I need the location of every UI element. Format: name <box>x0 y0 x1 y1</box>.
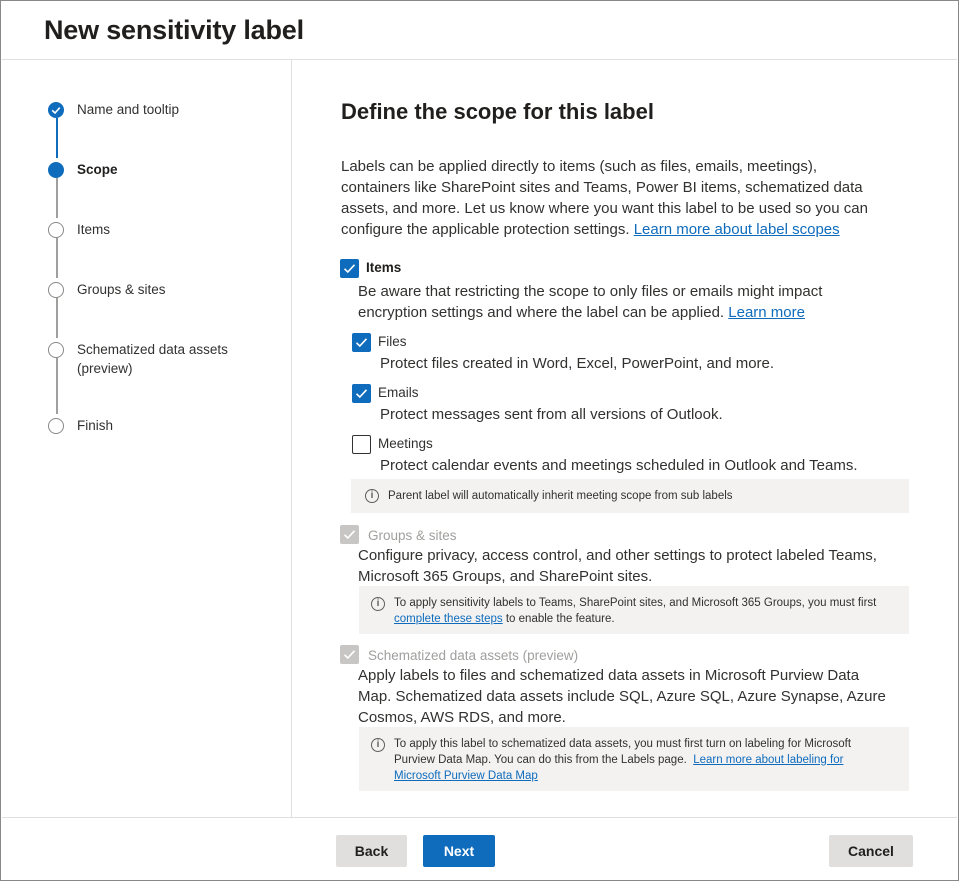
step-pending-icon <box>48 418 64 434</box>
info-line: To apply this label to schematized data … <box>394 738 852 750</box>
info-text: Parent label will automatically inherit … <box>388 490 733 502</box>
step-label: Groups & sites <box>77 282 166 297</box>
schematized-data-assets-checkbox-label: Schematized data assets (preview) <box>368 648 579 663</box>
learn-more-link[interactable]: Learn more <box>728 304 805 321</box>
emails-description: Protect messages sent from all versions … <box>380 406 723 423</box>
info-line: To apply sensitivity labels to Teams, Sh… <box>394 597 877 609</box>
info-icon: i <box>371 738 385 752</box>
items-description: Be aware that restricting the scope to o… <box>358 281 918 323</box>
info-icon: i <box>365 489 379 503</box>
step-connector <box>56 178 58 218</box>
step-label-line2: (preview) <box>77 361 133 376</box>
step-label: Scope <box>77 162 118 177</box>
step-label: Name and tooltip <box>77 102 180 117</box>
info-text: To apply sensitivity labels to Teams, Sh… <box>394 595 876 627</box>
intro-line-text: configure the applicable protection sett… <box>341 221 630 238</box>
step-label: Finish <box>77 418 114 433</box>
header-divider <box>2 59 957 60</box>
step-connector <box>56 118 58 158</box>
meetings-description: Protect calendar events and meetings sch… <box>380 457 858 474</box>
checkmark-icon <box>343 264 356 274</box>
items-desc-line: Be aware that restricting the scope to o… <box>358 283 823 300</box>
items-checkbox[interactable] <box>340 259 359 278</box>
emails-checkbox-label: Emails <box>378 385 419 400</box>
groups-sites-description: Configure privacy, access control, and o… <box>358 545 918 587</box>
info-line: Purview Data Map. You can do this from t… <box>394 752 851 768</box>
items-desc-line: encryption settings and where the label … <box>358 302 918 323</box>
checkmark-icon <box>355 338 368 348</box>
info-text: To apply this label to schematized data … <box>394 736 851 784</box>
groups-sites-checkbox-label: Groups & sites <box>368 528 457 543</box>
checkmark-icon <box>343 650 356 660</box>
checkmark-icon <box>343 530 356 540</box>
groups-desc-line: Microsoft 365 Groups, and SharePoint sit… <box>358 568 653 585</box>
files-description: Protect files created in Word, Excel, Po… <box>380 355 775 372</box>
step-label: Items <box>77 222 111 237</box>
step-connector <box>56 238 58 278</box>
step-pending-icon <box>48 342 64 358</box>
schematized-data-assets-description: Apply labels to files and schematized da… <box>358 665 918 728</box>
schematized-desc-line: Map. Schematized data assets include SQL… <box>358 688 886 705</box>
info-line-text: to enable the feature. <box>502 613 615 625</box>
meetings-checkbox-label: Meetings <box>378 436 433 451</box>
step-connector <box>56 358 58 414</box>
intro-line: Labels can be applied directly to items … <box>341 158 818 175</box>
stepper-divider <box>291 60 292 817</box>
back-button[interactable]: Back <box>336 835 407 867</box>
groups-sites-info-box: i To apply sensitivity labels to Teams, … <box>359 586 909 634</box>
checkmark-icon <box>355 389 368 399</box>
info-line: Microsoft Purview Data Map <box>394 768 851 784</box>
learn-more-labeling-link-cont[interactable]: Microsoft Purview Data Map <box>394 770 538 782</box>
step-current-icon <box>48 162 64 178</box>
learn-more-label-scopes-link[interactable]: Learn more about label scopes <box>634 221 840 238</box>
info-line: complete these steps to enable the featu… <box>394 611 876 627</box>
step-pending-icon <box>48 222 64 238</box>
footer-divider <box>2 817 957 818</box>
schematized-data-assets-checkbox[interactable] <box>340 645 359 664</box>
schematized-info-box: i To apply this label to schematized dat… <box>359 727 909 791</box>
items-desc-text: encryption settings and where the label … <box>358 304 725 321</box>
schematized-desc-line: Apply labels to files and schematized da… <box>358 667 860 684</box>
section-heading: Define the scope for this label <box>341 99 654 124</box>
info-line-text: Purview Data Map. You can do this from t… <box>394 754 687 766</box>
groups-desc-line: Configure privacy, access control, and o… <box>358 547 877 564</box>
schematized-desc-line: Cosmos, AWS RDS, and more. <box>358 709 566 726</box>
step-label: Schematized data assets <box>77 342 228 357</box>
complete-these-steps-link[interactable]: complete these steps <box>394 613 503 625</box>
cancel-button[interactable]: Cancel <box>829 835 913 867</box>
step-complete-check-icon <box>48 102 64 118</box>
files-checkbox[interactable] <box>352 333 371 352</box>
emails-checkbox[interactable] <box>352 384 371 403</box>
step-connector <box>56 298 58 338</box>
info-icon: i <box>371 597 385 611</box>
items-checkbox-label: Items <box>366 260 402 275</box>
intro-line: containers like SharePoint sites and Tea… <box>341 179 863 196</box>
page-title: New sensitivity label <box>44 15 304 45</box>
intro-text: Labels can be applied directly to items … <box>341 156 911 240</box>
learn-more-labeling-link[interactable]: Learn more about labeling for <box>693 754 843 766</box>
wizard-panel: New sensitivity label Name and tooltip S… <box>0 0 959 881</box>
intro-line: configure the applicable protection sett… <box>341 219 911 240</box>
groups-sites-checkbox[interactable] <box>340 525 359 544</box>
meetings-checkbox[interactable] <box>352 435 371 454</box>
meeting-scope-info-box: i Parent label will automatically inheri… <box>351 479 909 513</box>
step-pending-icon <box>48 282 64 298</box>
next-button[interactable]: Next <box>423 835 495 867</box>
intro-line: assets, and more. Let us know where you … <box>341 200 868 217</box>
files-checkbox-label: Files <box>378 334 407 349</box>
